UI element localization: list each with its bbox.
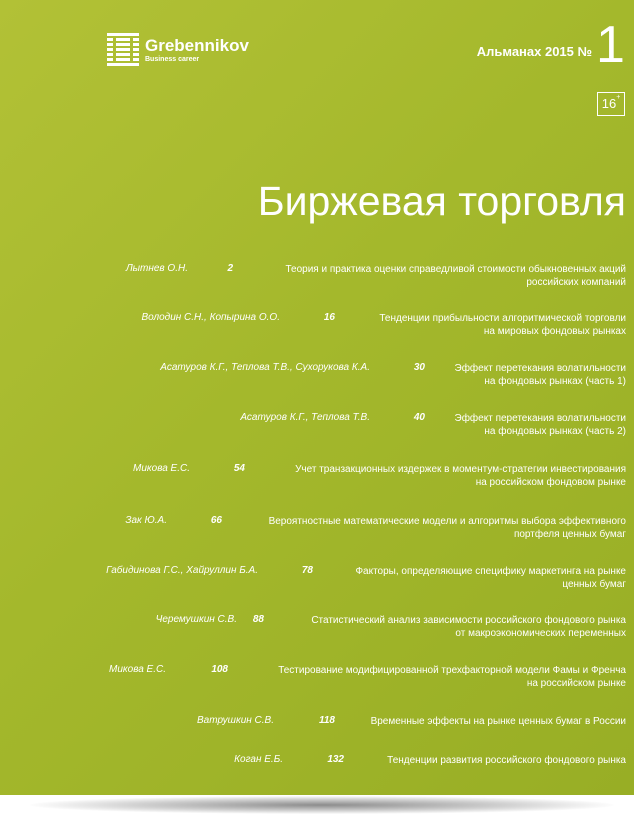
toc-entry: Коган Е.Б. 132 Тенденции развития россий…	[0, 754, 634, 794]
toc-entry: Черемушкин С.В. 88 Статистический анализ…	[0, 614, 634, 654]
toc-description: Тенденции прибыльности алгоритмической т…	[379, 312, 626, 338]
issue-number: 1	[596, 16, 625, 74]
toc-description-line: Тестирование модифицированной трехфактор…	[278, 665, 626, 676]
toc-author: Лытнев О.Н.	[125, 263, 188, 274]
logo-name: Grebennikov	[145, 36, 249, 55]
toc-page-number: 66	[210, 515, 222, 526]
toc-description-line: ценных бумаг	[562, 579, 626, 590]
toc-entry: Лытнев О.Н. 2 Теория и практика оценки с…	[0, 263, 634, 303]
toc-description: Тенденции развития российского фондового…	[387, 754, 626, 767]
toc-description: Временные эффекты на рынке ценных бумаг …	[371, 715, 626, 728]
toc-description-line: Теория и практика оценки справедливой ст…	[285, 264, 626, 275]
toc-page-number: 88	[252, 614, 264, 625]
almanac-label: Альманах 2015 №	[476, 44, 592, 59]
toc-description: Факторы, определяющие специфику маркетин…	[355, 565, 626, 591]
toc-description: Учет транзакционных издержек в моментум-…	[295, 463, 626, 489]
toc-description: Вероятностные математические модели и ал…	[269, 515, 626, 541]
toc-author: Микова Е.С.	[109, 664, 166, 675]
toc-description-line: российских компаний	[526, 277, 626, 288]
age-rating-value: 16	[601, 96, 617, 111]
toc-description-line: на российском рынке	[526, 678, 626, 689]
toc-description-line: от макроэкономических переменных	[455, 628, 626, 639]
age-rating-suffix: +	[616, 94, 621, 101]
toc-description-line: Тенденции развития российского фондового…	[387, 755, 626, 766]
toc-author: Володин С.Н., Копырина О.О.	[141, 312, 280, 323]
toc-description: Статистический анализ зависимости россий…	[311, 614, 626, 640]
toc-page-number: 78	[301, 565, 313, 576]
toc-description: Тестирование модифицированной трехфактор…	[278, 664, 626, 690]
toc-description-line: Тенденции прибыльности алгоритмической т…	[379, 313, 626, 324]
toc-page-number: 2	[227, 263, 233, 274]
toc-page-number: 132	[327, 754, 344, 765]
toc-entry: Габидинова Г.С., Хайруллин Б.А. 78 Факто…	[0, 565, 634, 605]
age-rating-badge: 16+	[597, 92, 625, 116]
toc-entry: Володин С.Н., Копырина О.О. 16 Тенденции…	[0, 312, 634, 352]
toc-description: Теория и практика оценки справедливой ст…	[285, 263, 626, 289]
toc-description-line: на фондовых рынках (часть 2)	[484, 426, 626, 437]
toc-description-line: Факторы, определяющие специфику маркетин…	[355, 566, 626, 577]
toc-description-line: Эффект перетекания волатильности	[454, 413, 626, 424]
toc-page-number: 30	[413, 362, 425, 373]
page-shadow	[30, 796, 614, 814]
toc-description: Эффект перетекания волатильности на фонд…	[455, 412, 626, 438]
toc-entry: Микова Е.С. 54 Учет транзакционных издер…	[0, 463, 634, 503]
logo-tagline: Business career	[145, 56, 200, 63]
toc-page-number: 108	[211, 664, 228, 675]
toc-page-number: 40	[413, 412, 425, 423]
toc-entry: Асатуров К.Г., Теплова Т.В., Сухорукова …	[0, 362, 634, 402]
toc-entry: Микова Е.С. 108 Тестирование модифициров…	[0, 664, 634, 704]
toc-author: Ватрушкин С.В.	[197, 715, 274, 726]
toc-author: Коган Е.Б.	[234, 754, 283, 765]
toc-page-number: 16	[323, 312, 335, 323]
toc-description-line: Вероятностные математические модели и ал…	[268, 516, 626, 527]
toc-entry: Зак Ю.А. 66 Вероятностные математические…	[0, 515, 634, 555]
toc-author: Зак Ю.А.	[125, 515, 167, 526]
toc-description-line: на российском фондовом рынке	[475, 477, 626, 488]
magazine-cover: Grebennikov Business career Альманах 201…	[0, 0, 634, 795]
toc-description-line: Временные эффекты на рынке ценных бумаг …	[370, 716, 626, 727]
toc-author: Габидинова Г.С., Хайруллин Б.А.	[106, 565, 258, 576]
toc-author: Черемушкин С.В.	[155, 614, 237, 625]
logo-mark-icon	[107, 33, 139, 66]
toc-description-line: Эффект перетекания волатильности	[454, 363, 626, 374]
toc-page-number: 54	[233, 463, 245, 474]
toc-author: Асатуров К.Г., Теплова Т.В., Сухорукова …	[160, 362, 370, 373]
toc-description-line: Статистический анализ зависимости россий…	[311, 615, 626, 626]
toc-description-line: Учет транзакционных издержек в моментум-…	[295, 464, 626, 475]
toc-description: Эффект перетекания волатильности на фонд…	[455, 362, 626, 388]
toc-author: Микова Е.С.	[133, 463, 190, 474]
toc-entry: Ватрушкин С.В. 118 Временные эффекты на …	[0, 715, 634, 755]
toc-entry: Асатуров К.Г., Теплова Т.В. 40 Эффект пе…	[0, 412, 634, 452]
toc-description-line: на фондовых рынках (часть 1)	[484, 376, 626, 387]
toc-author: Асатуров К.Г., Теплова Т.В.	[240, 412, 370, 423]
toc-description-line: на мировых фондовых рынках	[483, 326, 626, 337]
page-title: Биржевая торговля	[257, 178, 626, 224]
toc-description-line: портфеля ценных бумаг	[513, 529, 626, 540]
toc-page-number: 118	[319, 715, 335, 726]
